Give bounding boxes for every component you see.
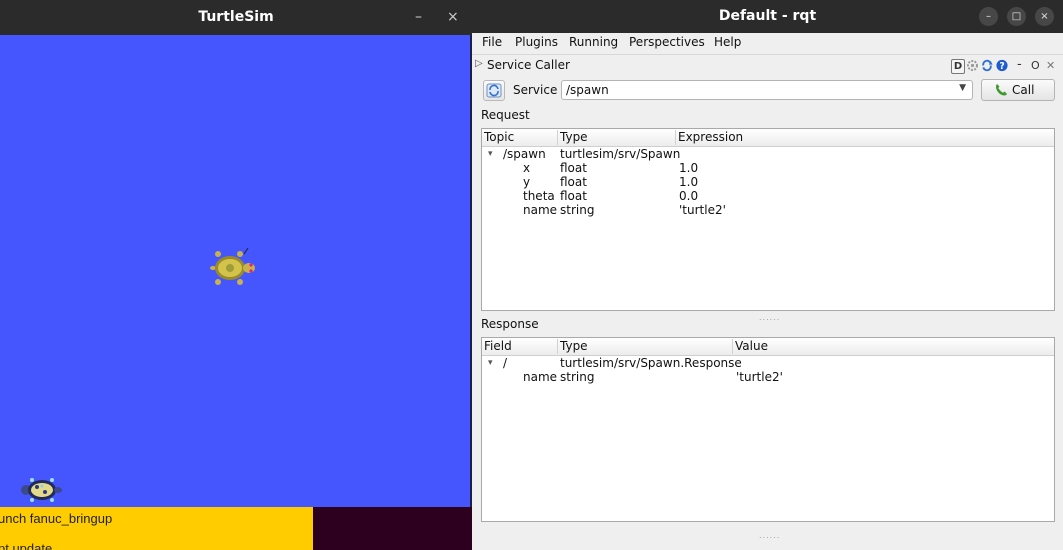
- table-row[interactable]: ▾ / turtlesim/srv/Spawn.Response: [482, 356, 1054, 370]
- chevron-down-icon[interactable]: ▾: [488, 356, 493, 370]
- response-tree[interactable]: Field Type Value ▾ / turtlesim/srv/Spawn…: [481, 337, 1055, 522]
- service-label: Service: [513, 83, 558, 97]
- value-cell: 'turtle2': [736, 370, 783, 384]
- request-tree[interactable]: Topic Type Expression ▾ /spawn turtlesim…: [481, 128, 1055, 311]
- field-cell: /: [503, 356, 508, 370]
- table-row[interactable]: name string 'turtle2': [482, 203, 1054, 217]
- menu-perspectives[interactable]: Perspectives: [629, 35, 705, 49]
- menu-help[interactable]: Help: [714, 35, 741, 49]
- menu-running[interactable]: Running: [569, 35, 618, 49]
- expression-cell[interactable]: 0.0: [679, 189, 698, 203]
- table-row[interactable]: theta float 0.0: [482, 189, 1054, 203]
- chevron-down-icon[interactable]: ▾: [488, 147, 493, 161]
- field-cell: name: [523, 370, 558, 384]
- phone-icon: [996, 84, 1007, 96]
- rqt-titlebar[interactable]: Default - rqt – □ ×: [472, 0, 1063, 33]
- table-row[interactable]: name string 'turtle2': [482, 370, 1054, 384]
- service-select-value: /spawn: [566, 83, 609, 97]
- type-cell: string: [560, 203, 595, 217]
- table-row[interactable]: x float 1.0: [482, 161, 1054, 175]
- turtlesim-titlebar[interactable]: TurtleSim – ×: [0, 0, 472, 35]
- type-cell: turtlesim/srv/Spawn.Response: [560, 356, 742, 370]
- response-tree-header: Field Type Value: [482, 338, 1054, 356]
- resize-handle[interactable]: ......: [759, 531, 780, 540]
- plugin-minimize-button[interactable]: -: [1017, 58, 1022, 71]
- turtle-center-icon: [210, 248, 255, 285]
- menu-file[interactable]: File: [482, 35, 502, 49]
- type-cell: float: [560, 189, 587, 203]
- table-row[interactable]: y float 1.0: [482, 175, 1054, 189]
- topic-cell: theta: [523, 189, 555, 203]
- terminal-line: unch fanuc_bringup: [0, 511, 113, 526]
- menu-plugins[interactable]: Plugins: [515, 35, 558, 49]
- plugin-header[interactable]: ▷ Service Caller D ? - O ✕: [472, 54, 1063, 76]
- topic-cell: name: [523, 203, 558, 217]
- request-tree-header: Topic Type Expression: [482, 129, 1054, 147]
- call-button-label: Call: [1012, 83, 1035, 97]
- rqt-maximize-button[interactable]: □: [1007, 7, 1026, 26]
- table-row[interactable]: ▾ /spawn turtlesim/srv/Spawn: [482, 147, 1054, 161]
- terminal-window[interactable]: unch fanuc_bringup pt update: [0, 507, 472, 550]
- column-header-topic[interactable]: Topic: [482, 130, 558, 145]
- refresh-icon[interactable]: [980, 59, 994, 72]
- request-label: Request: [481, 108, 530, 122]
- refresh-services-button[interactable]: [483, 80, 505, 101]
- turtlesim-window: TurtleSim – ×: [0, 0, 472, 507]
- plugin-title: Service Caller: [487, 58, 570, 72]
- turtlesim-canvas: [0, 35, 472, 507]
- help-icon[interactable]: ?: [995, 59, 1009, 72]
- type-cell: float: [560, 175, 587, 189]
- response-label: Response: [481, 317, 539, 331]
- service-toolbar: Service /spawn ▼ Call: [472, 78, 1063, 104]
- service-select[interactable]: /spawn ▼: [561, 80, 973, 100]
- column-header-type[interactable]: Type: [558, 130, 676, 145]
- turtlesim-minimize-button[interactable]: –: [415, 0, 422, 35]
- column-header-expression[interactable]: Expression: [676, 130, 1054, 145]
- type-cell: float: [560, 161, 587, 175]
- terminal-line: pt update: [0, 541, 53, 550]
- column-header-type[interactable]: Type: [558, 339, 733, 354]
- plugin-float-button[interactable]: O: [1031, 59, 1040, 72]
- rqt-close-button[interactable]: ×: [1035, 7, 1054, 26]
- rqt-title: Default - rqt: [718, 8, 817, 24]
- rqt-window: Default - rqt – □ × File Plugins Running…: [472, 0, 1063, 550]
- collapse-triangle-icon[interactable]: ▷: [475, 58, 483, 69]
- type-cell: string: [560, 370, 595, 384]
- rqt-minimize-button[interactable]: –: [979, 7, 998, 26]
- expression-cell[interactable]: 'turtle2': [679, 203, 726, 217]
- call-button[interactable]: Call: [981, 79, 1055, 101]
- gear-icon[interactable]: [966, 59, 979, 72]
- turtlesim-title: TurtleSim: [198, 9, 274, 25]
- expression-cell[interactable]: 1.0: [679, 161, 698, 175]
- expression-cell[interactable]: 1.0: [679, 175, 698, 189]
- menubar: File Plugins Running Perspectives Help: [472, 33, 1063, 53]
- topic-cell: x: [523, 161, 531, 175]
- turtlesim-close-button[interactable]: ×: [447, 0, 459, 35]
- turtle-bottom-left-icon: [21, 478, 62, 502]
- dock-d-icon[interactable]: D: [951, 59, 965, 74]
- column-header-field[interactable]: Field: [482, 339, 558, 354]
- topic-cell: /spawn: [503, 147, 546, 161]
- chevron-down-icon: ▼: [959, 83, 966, 93]
- plugin-close-button[interactable]: ✕: [1046, 59, 1055, 72]
- type-cell: turtlesim/srv/Spawn: [560, 147, 681, 161]
- refresh-icon: [486, 83, 502, 98]
- column-header-value[interactable]: Value: [733, 339, 1054, 354]
- topic-cell: y: [523, 175, 531, 189]
- splitter-handle[interactable]: ......: [759, 313, 780, 322]
- svg-text:?: ?: [999, 61, 1004, 72]
